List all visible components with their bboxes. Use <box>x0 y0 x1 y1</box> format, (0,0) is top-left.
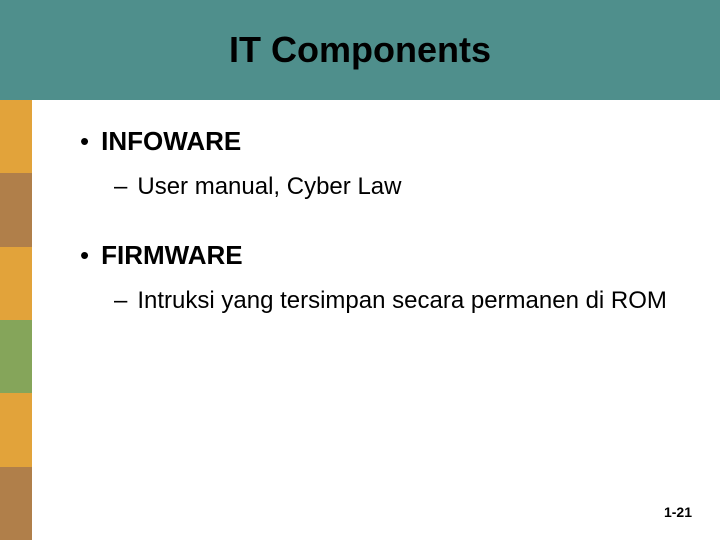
sub-bullet-item: – Intruksi yang tersimpan secara permane… <box>114 285 674 317</box>
stripe-3 <box>0 320 32 393</box>
sub-bullet-text: Intruksi yang tersimpan secara permanen … <box>137 285 667 317</box>
slide-title: IT Components <box>229 29 491 71</box>
dash-icon: – <box>114 285 127 317</box>
bullet-label: FIRMWARE <box>101 239 243 273</box>
slide-body: • INFOWARE – User manual, Cyber Law • FI… <box>80 125 690 353</box>
slide-number: 1-21 <box>664 504 692 520</box>
bullet-item: • FIRMWARE <box>80 239 690 273</box>
stripe-0 <box>0 100 32 173</box>
bullet-item: • INFOWARE <box>80 125 690 159</box>
stripe-2 <box>0 247 32 320</box>
stripe-5 <box>0 467 32 540</box>
stripe-1 <box>0 173 32 246</box>
left-stripe-decoration <box>0 100 32 540</box>
sub-bullet-text: User manual, Cyber Law <box>137 171 401 203</box>
dash-icon: – <box>114 171 127 203</box>
sub-bullet-item: – User manual, Cyber Law <box>114 171 674 203</box>
bullet-icon: • <box>80 239 89 273</box>
bullet-icon: • <box>80 125 89 159</box>
bullet-label: INFOWARE <box>101 125 241 159</box>
stripe-4 <box>0 393 32 466</box>
slide-header: IT Components <box>0 0 720 100</box>
